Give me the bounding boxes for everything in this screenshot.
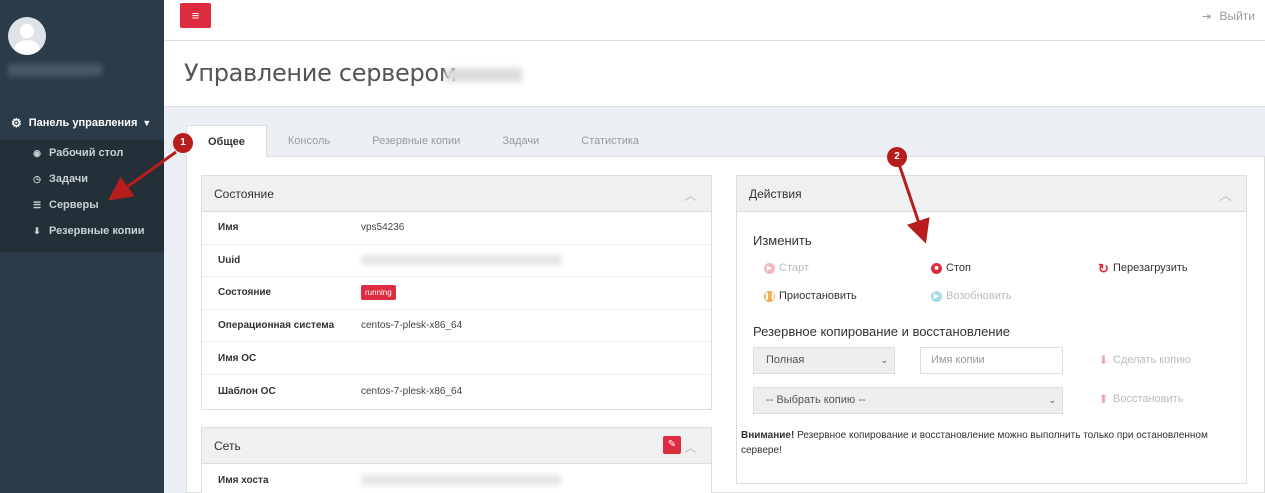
annotation-arrow-2	[897, 163, 930, 244]
annotation-marker-2: 2	[887, 147, 907, 167]
annotation-arrows	[108, 150, 930, 244]
annotation-marker-1: 1	[173, 133, 193, 153]
annotation-arrow-1	[108, 150, 177, 201]
